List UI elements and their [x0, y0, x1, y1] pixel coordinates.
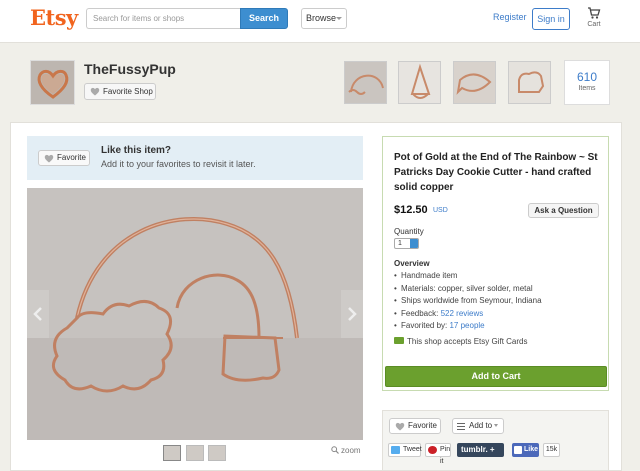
fb-like-label: Like [524, 446, 539, 453]
feedback-prefix: Feedback: [401, 308, 441, 318]
favorite-shop-button[interactable]: Favorite Shop [84, 83, 156, 100]
overview-shipping: Ships worldwide from Seymour, Indiana [394, 295, 542, 308]
overview-materials: Materials: copper, silver solder, metal [394, 283, 542, 296]
etsy-logo[interactable]: Etsy [30, 5, 78, 30]
overview-favorited: Favorited by: 17 people [394, 320, 542, 333]
quantity-value: 1 [398, 240, 402, 247]
sign-in-button[interactable]: Sign in [532, 8, 570, 30]
shop-listing-thumb[interactable] [344, 61, 387, 104]
item-title: Pot of Gold at the End of The Rainbow ~ … [394, 152, 598, 193]
dog-cutter-thumb-image [509, 62, 550, 103]
gift-card-icon [394, 337, 404, 344]
facebook-thumb-icon [514, 446, 522, 454]
add-to-list-button[interactable]: Add to [452, 418, 504, 434]
favorited-prefix: Favorited by: [401, 321, 450, 331]
tumblr-share-button[interactable]: tumblr. + [457, 443, 504, 457]
chevron-down-icon [336, 17, 342, 20]
main-listing-image[interactable] [27, 188, 363, 440]
gallery-thumbnail[interactable] [163, 445, 181, 461]
pinterest-icon [428, 446, 437, 454]
facebook-like-count: 15k [543, 443, 560, 457]
tweet-button[interactable]: Tweet [388, 443, 422, 457]
tweet-label: Tweet [403, 446, 422, 453]
facebook-like-button[interactable]: Like [512, 443, 539, 457]
quantity-label: Quantity [394, 227, 424, 236]
gnome-cutter-thumb-image [399, 62, 440, 103]
twitter-icon [391, 446, 400, 454]
quantity-select[interactable]: 1 [394, 238, 419, 249]
heart-cookie-cutter-image [31, 61, 74, 104]
items-count-label: Items [578, 85, 596, 92]
zoom-link[interactable]: zoom [331, 446, 361, 455]
browse-button[interactable]: Browse [301, 8, 347, 29]
pin-it-button[interactable]: Pin it [425, 443, 451, 465]
zoom-label: zoom [341, 446, 361, 455]
fish-cutter-thumb-image [454, 62, 495, 103]
favorite-label: Favorite [57, 153, 86, 162]
rainbow-cookie-cutter-image [27, 188, 363, 440]
cart-icon [588, 7, 601, 19]
rainbow-cutter-thumb-image [345, 62, 386, 103]
shop-listing-thumb[interactable] [398, 61, 441, 104]
cart-button[interactable]: Cart [584, 6, 604, 28]
add-to-cart-button[interactable]: Add to Cart [385, 366, 607, 387]
item-price: $12.50 [394, 204, 428, 216]
chevron-left-icon [33, 307, 42, 321]
overview-item-type: Handmade item [394, 270, 542, 283]
gallery-prev-button[interactable] [27, 290, 49, 338]
gallery-thumbnail[interactable] [208, 445, 226, 461]
overview-feedback: Feedback: 522 reviews [394, 308, 542, 321]
feedback-reviews-link[interactable]: 522 reviews [441, 309, 484, 318]
heart-icon [90, 87, 100, 96]
chevron-updown-icon [410, 239, 418, 248]
heart-icon [44, 154, 54, 163]
favorite-shop-label: Favorite Shop [103, 87, 153, 96]
shop-avatar[interactable] [30, 60, 75, 105]
like-box-title: Like this item? [101, 145, 172, 156]
heart-icon [395, 422, 405, 431]
overview-list: Handmade item Materials: copper, silver … [394, 270, 542, 333]
gallery-thumbnail[interactable] [186, 445, 204, 461]
shop-listing-thumb[interactable] [508, 61, 551, 104]
like-box-subtitle: Add it to your favorites to revisit it l… [101, 159, 256, 169]
favorite-item-label: Favorite [408, 421, 437, 430]
favorited-people-link[interactable]: 17 people [449, 321, 484, 330]
favorite-item-button[interactable]: Favorite [389, 418, 441, 434]
currency-code[interactable]: USD [433, 207, 448, 214]
site-header: Etsy Search for items or shops Search Br… [0, 0, 640, 43]
cart-label: Cart [587, 21, 601, 28]
items-count-value: 610 [576, 70, 598, 84]
magnifier-icon [331, 446, 339, 454]
overview-title: Overview [394, 259, 430, 268]
list-icon [457, 423, 465, 430]
shop-listing-thumb[interactable] [453, 61, 496, 104]
ask-question-button[interactable]: Ask a Question [528, 203, 599, 218]
gift-cards-note: This shop accepts Etsy Gift Cards [394, 337, 528, 346]
chevron-down-icon [494, 424, 499, 427]
chevron-right-icon [348, 307, 357, 321]
shop-items-count[interactable]: 610 Items [564, 60, 610, 105]
search-button[interactable]: Search [240, 8, 288, 29]
search-input[interactable]: Search for items or shops [86, 8, 240, 29]
add-to-label: Add to [469, 421, 493, 430]
gallery-next-button[interactable] [341, 290, 363, 338]
browse-label: Browse [306, 13, 337, 23]
favorite-button[interactable]: Favorite [38, 150, 90, 166]
register-link[interactable]: Register [493, 12, 527, 22]
gift-cards-text: This shop accepts Etsy Gift Cards [407, 337, 528, 346]
shop-name[interactable]: TheFussyPup [84, 61, 176, 77]
